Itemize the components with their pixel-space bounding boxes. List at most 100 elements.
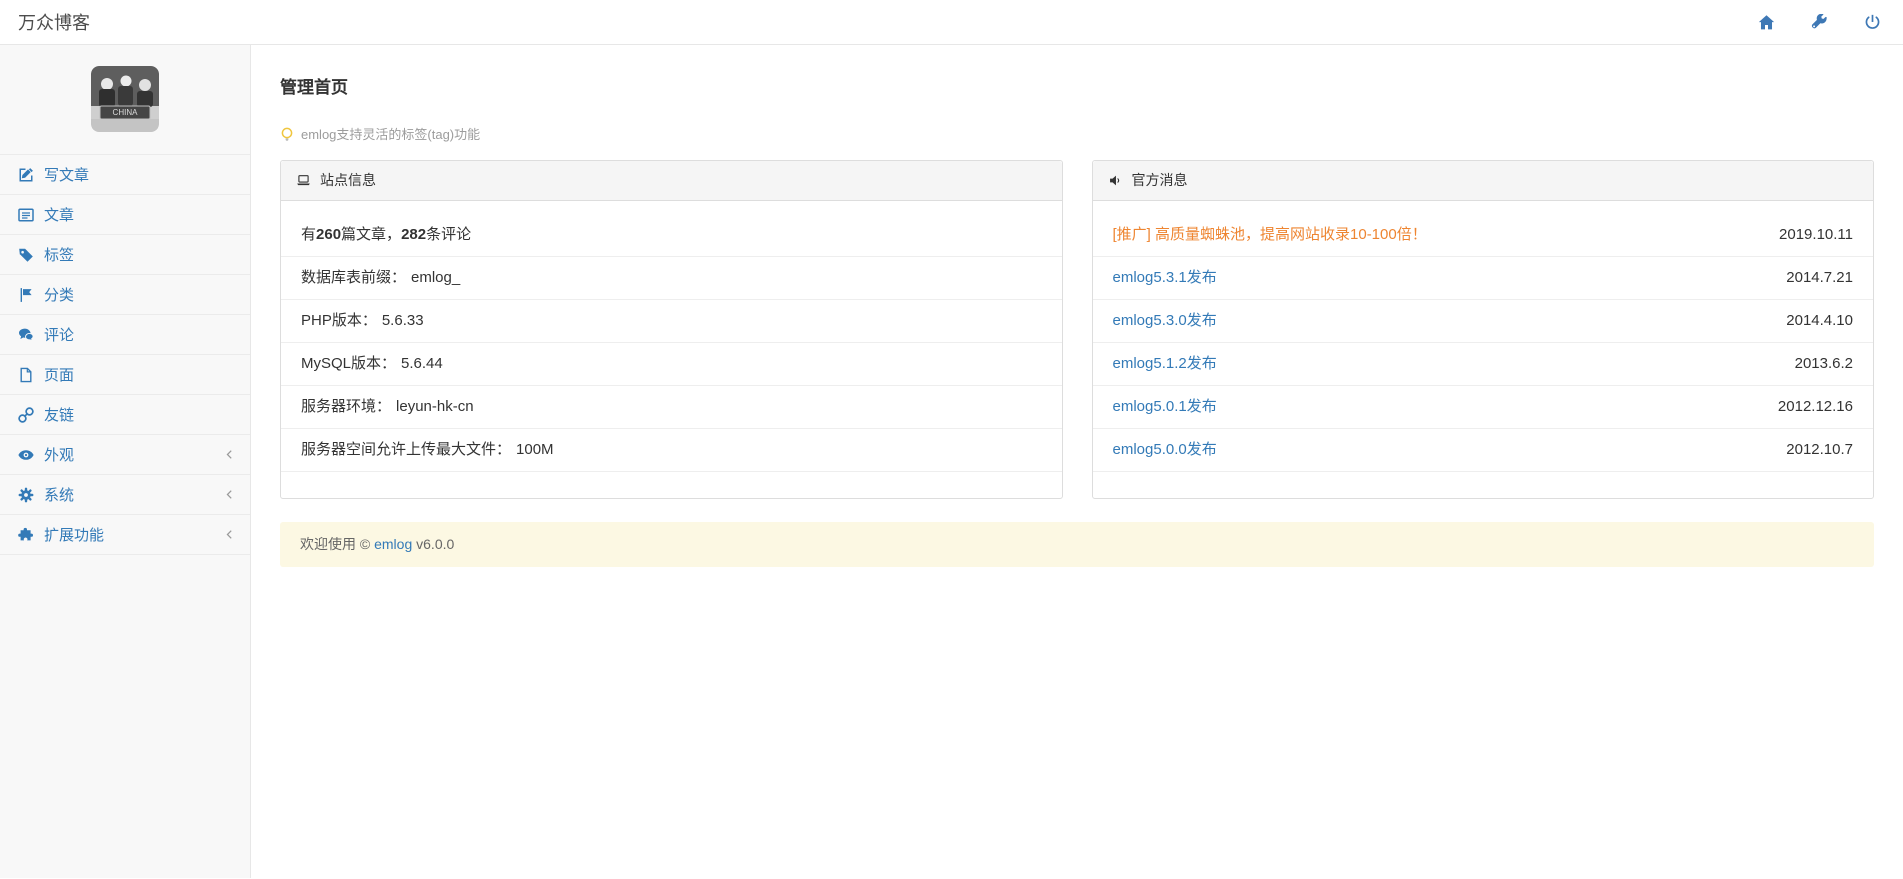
- info-value: 5.6.33: [381, 312, 424, 329]
- gear-icon: [18, 487, 34, 503]
- news-row: emlog5.3.1发布 2014.7.21: [1092, 257, 1873, 300]
- sidebar-item-label: 分类: [44, 287, 75, 304]
- avatar[interactable]: CHINA: [91, 66, 159, 132]
- home-icon[interactable]: [1758, 14, 1775, 31]
- sidebar-item-comments[interactable]: 评论: [0, 315, 250, 355]
- site-info-body: 有 260 篇文章， 282 条评论 数据库表前缀： emlog_ PHP版本： 5.6…: [281, 201, 1062, 498]
- sidebar-item-write-article[interactable]: 写文章: [0, 155, 250, 195]
- speaker-icon: [1108, 173, 1123, 188]
- news-date: 2019.10.11: [1779, 226, 1853, 243]
- sidebar-menu: 写文章 文章 标签 分类 评论 页面 友链 外观 系统 扩展功能: [0, 154, 250, 555]
- sidebar-item-label: 外观: [44, 447, 75, 464]
- avatar-container: CHINA: [0, 45, 250, 154]
- sidebar-item-label: 页面: [44, 367, 75, 384]
- eye-icon: [18, 447, 34, 463]
- sidebar-item-categories[interactable]: 分类: [0, 275, 250, 315]
- news-row: emlog5.0.1发布 2012.12.16: [1092, 386, 1873, 429]
- info-value: emlog_: [411, 269, 461, 286]
- info-value: 5.6.44: [401, 355, 443, 372]
- sidebar-item-extensions[interactable]: 扩展功能: [0, 515, 250, 555]
- footer-welcome: 欢迎使用 © emlog v6.0.0: [280, 522, 1874, 567]
- news-body: [推广] 高质量蜘蛛池，提高网站收录10-100倍！ 2019.10.11 em…: [1092, 201, 1873, 498]
- panel-title: 官方消息: [1131, 172, 1188, 188]
- info-row-server-env: 服务器环境： leyun-hk-cn: [281, 386, 1062, 429]
- news-link[interactable]: emlog5.1.2发布: [1113, 355, 1217, 373]
- emlog-link[interactable]: emlog: [374, 536, 412, 552]
- news-link[interactable]: emlog5.3.1发布: [1113, 269, 1217, 287]
- news-date: 2012.10.7: [1786, 441, 1853, 458]
- sidebar: CHINA 写文章 文章 标签 分类 评论 页面 友链 外观 系统 扩展功能: [0, 45, 251, 878]
- news-link[interactable]: emlog5.0.0发布: [1113, 441, 1217, 459]
- news-date: 2012.12.16: [1777, 398, 1853, 415]
- sidebar-item-system[interactable]: 系统: [0, 475, 250, 515]
- comments-icon: [18, 327, 34, 343]
- stats-middle: 篇文章，: [341, 226, 402, 243]
- info-row-db-prefix: 数据库表前缀： emlog_: [281, 257, 1062, 300]
- news-row: [推广] 高质量蜘蛛池，提高网站收录10-100倍！ 2019.10.11: [1092, 214, 1873, 257]
- page-title: 管理首页: [280, 78, 348, 97]
- news-link[interactable]: emlog5.3.0发布: [1113, 312, 1217, 330]
- sidebar-item-links[interactable]: 友链: [0, 395, 250, 435]
- sidebar-item-label: 标签: [44, 247, 75, 264]
- sidebar-item-appearance[interactable]: 外观: [0, 435, 250, 475]
- footer-text-prefix: 欢迎使用 ©: [300, 536, 375, 552]
- site-info-panel: 站点信息 有 260 篇文章， 282 条评论 数据库表前缀： emlog_ PHP版本…: [280, 160, 1063, 499]
- news-panel: 官方消息 [推广] 高质量蜘蛛池，提高网站收录10-100倍！ 2019.10.…: [1091, 160, 1874, 499]
- wrench-icon[interactable]: [1811, 14, 1828, 31]
- sidebar-item-label: 系统: [44, 487, 75, 504]
- news-row: emlog5.3.0发布 2014.4.10: [1092, 300, 1873, 343]
- info-label: 数据库表前缀：: [301, 269, 407, 286]
- info-row-max-upload: 服务器空间允许上传最大文件： 100M: [281, 429, 1062, 472]
- panel-title: 站点信息: [320, 172, 376, 188]
- site-title[interactable]: 万众博客: [18, 9, 90, 35]
- sidebar-item-tags[interactable]: 标签: [0, 235, 250, 275]
- comment-count: 282: [401, 226, 427, 243]
- sidebar-item-label: 扩展功能: [44, 527, 105, 544]
- tag-icon: [18, 247, 34, 263]
- site-info-header: 站点信息: [281, 161, 1062, 201]
- sidebar-item-pages[interactable]: 页面: [0, 355, 250, 395]
- news-date: 2014.4.10: [1786, 312, 1853, 329]
- info-row-mysql-version: MySQL版本： 5.6.44: [281, 343, 1062, 386]
- puzzle-icon: [18, 527, 34, 543]
- article-count: 260: [316, 226, 342, 243]
- info-value: 100M: [516, 441, 554, 458]
- topbar: 万众博客: [0, 0, 1903, 45]
- news-row: emlog5.1.2发布 2013.6.2: [1092, 343, 1873, 386]
- info-label: MySQL版本：: [301, 355, 397, 372]
- chevron-left-icon: [224, 449, 235, 460]
- footer-text-suffix: v6.0.0: [412, 536, 455, 552]
- news-date: 2014.7.21: [1786, 269, 1853, 286]
- link-icon: [18, 407, 34, 423]
- dashboard-panels: 站点信息 有 260 篇文章， 282 条评论 数据库表前缀： emlog_ PHP版本…: [280, 160, 1874, 499]
- stats-suffix: 条评论: [426, 226, 472, 243]
- avatar-banner-text: CHINA: [113, 108, 139, 117]
- topbar-actions: [1758, 14, 1881, 31]
- sidebar-item-articles[interactable]: 文章: [0, 195, 250, 235]
- info-label: 服务器空间允许上传最大文件：: [301, 441, 512, 458]
- news-row: emlog5.0.0发布 2012.10.7: [1092, 429, 1873, 472]
- news-link[interactable]: emlog5.0.1发布: [1113, 398, 1217, 416]
- chevron-left-icon: [224, 489, 235, 500]
- laptop-icon: [296, 173, 311, 188]
- flag-icon: [18, 287, 34, 303]
- stats-row: 有 260 篇文章， 282 条评论: [281, 214, 1062, 257]
- news-link-promo[interactable]: [推广] 高质量蜘蛛池，提高网站收录10-100倍！: [1113, 226, 1427, 244]
- bulb-icon: [280, 127, 294, 143]
- news-header: 官方消息: [1092, 161, 1873, 201]
- info-row-php-version: PHP版本： 5.6.33: [281, 300, 1062, 343]
- main-content: 管理首页 emlog支持灵活的标签(tag)功能 站点信息 有 260 篇文章， 28…: [251, 45, 1903, 878]
- info-label: PHP版本：: [301, 312, 377, 329]
- power-icon[interactable]: [1864, 14, 1881, 31]
- sidebar-item-label: 友链: [44, 407, 75, 424]
- info-label: 服务器环境：: [301, 398, 392, 415]
- stats-prefix: 有: [301, 226, 317, 243]
- sidebar-item-label: 评论: [44, 327, 75, 344]
- list-icon: [18, 207, 34, 223]
- pencil-square-icon: [18, 167, 34, 183]
- info-value: leyun-hk-cn: [396, 398, 474, 415]
- news-date: 2013.6.2: [1794, 355, 1853, 372]
- tip-text: emlog支持灵活的标签(tag)功能: [301, 127, 481, 142]
- sidebar-item-label: 文章: [44, 207, 75, 224]
- tip-banner: emlog支持灵活的标签(tag)功能: [280, 126, 1874, 143]
